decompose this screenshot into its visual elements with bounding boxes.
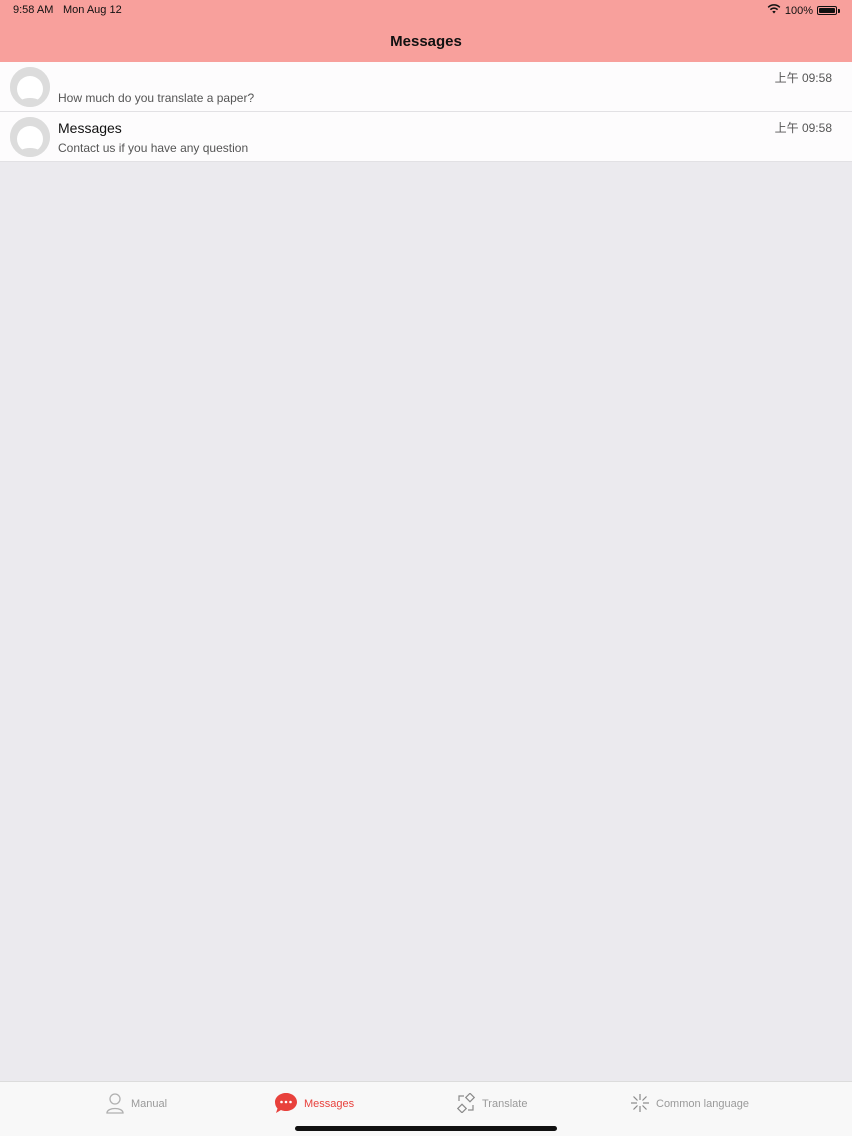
tab-label: Common language [656, 1098, 749, 1110]
list-item[interactable]: How much do you translate a paper? 上午 09… [0, 62, 852, 112]
message-time: 上午 09:58 [774, 121, 832, 135]
tab-label: Messages [304, 1098, 355, 1110]
tab-messages[interactable]: Messages [274, 1092, 354, 1116]
tab-label: Translate [482, 1098, 528, 1110]
home-indicator[interactable] [295, 1126, 557, 1131]
chat-bubble-icon [274, 1092, 298, 1117]
message-title: Messages [58, 120, 122, 136]
sparkle-icon [630, 1093, 650, 1116]
messages-screen: 9:58 AM Mon Aug 12 100% Messages How muc… [0, 0, 852, 1136]
header: 9:58 AM Mon Aug 12 100% Messages [0, 0, 852, 62]
status-bar: 9:58 AM Mon Aug 12 100% [0, 0, 852, 20]
status-time: 9:58 AM [13, 4, 54, 16]
tab-label: Manual [131, 1098, 168, 1110]
translate-icon [456, 1091, 476, 1116]
page-title: Messages [390, 33, 462, 50]
message-time: 上午 09:58 [774, 71, 832, 85]
list-item[interactable]: Messages Contact us if you have any ques… [0, 112, 852, 162]
message-preview: Contact us if you have any question [58, 141, 249, 155]
battery-icon [817, 6, 837, 15]
tab-translate[interactable]: Translate [456, 1091, 528, 1116]
tab-common-language[interactable]: Common language [630, 1092, 749, 1116]
wifi-icon [767, 4, 781, 17]
status-right: 100% [767, 4, 840, 17]
avatar-placeholder-icon [10, 67, 50, 107]
message-list: How much do you translate a paper? 上午 09… [0, 62, 852, 162]
status-date: Mon Aug 12 [63, 4, 122, 16]
avatar-placeholder-icon [10, 117, 50, 157]
person-icon [105, 1092, 125, 1117]
tab-manual[interactable]: Manual [105, 1092, 167, 1116]
avatar [10, 67, 50, 107]
message-preview: How much do you translate a paper? [58, 91, 255, 105]
battery-percent: 100% [784, 4, 813, 17]
battery-tip [838, 8, 840, 13]
tab-bar: Manual Messages Translate Common languag… [0, 1081, 852, 1136]
avatar [10, 117, 50, 157]
